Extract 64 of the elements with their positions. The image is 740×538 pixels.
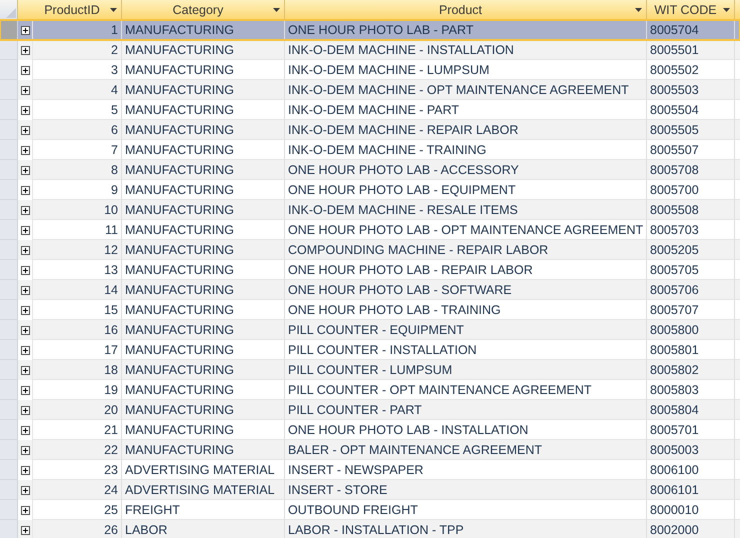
expand-button[interactable] [20,306,30,314]
expand-button[interactable] [20,166,30,174]
table-row[interactable]: 14 MANUFACTURING ONE HOUR PHOTO LAB - SOFTWARE 8005706 [0,280,740,300]
expand-button[interactable] [20,426,30,434]
dropdown-arrow-icon[interactable] [110,8,117,12]
table-row[interactable]: 22 MANUFACTURING BALER - OPT MAINTENANCE AGREEMENT 8005003 [0,440,740,460]
table-row[interactable]: 9 MANUFACTURING ONE HOUR PHOTO LAB - EQUIPMENT 8005700 [0,180,740,200]
table-cell: 8002000 [647,520,735,538]
table-cell: 1 [33,20,122,40]
expand-button[interactable] [20,366,30,374]
expand-button[interactable] [20,206,30,214]
table-row[interactable]: 21 MANUFACTURING ONE HOUR PHOTO LAB - INSTALLATION 8005701 [0,420,740,440]
expand-button[interactable] [20,246,30,254]
table-cell: 26 [33,520,122,538]
expand-button[interactable] [20,126,30,134]
expand-button[interactable] [20,266,30,274]
table-row[interactable]: 4 MANUFACTURING INK-O-DEM MACHINE - OPT MAINTENANCE AGREEMENT 8005503 [0,80,740,100]
expand-button[interactable] [20,106,30,114]
expand-button[interactable] [20,526,30,534]
expand-button[interactable] [20,486,30,494]
table-cell: LABOR [122,520,285,538]
table-cell: MANUFACTURING [122,20,285,40]
table-row[interactable]: 11 MANUFACTURING ONE HOUR PHOTO LAB - OPT MAINTENANCE AGREEMENT 8005703 [0,220,740,240]
dropdown-arrow-icon[interactable] [635,8,642,12]
expand-button[interactable] [20,446,30,454]
expand-button[interactable] [20,406,30,414]
dropdown-arrow-icon[interactable] [273,8,280,12]
table-row[interactable]: 2 MANUFACTURING INK-O-DEM MACHINE - INSTALLATION 8005501 [0,40,740,60]
expand-button[interactable] [20,286,30,294]
expand-button[interactable] [20,386,30,394]
expand-button[interactable] [20,86,30,94]
expand-button[interactable] [20,146,30,154]
table-row[interactable]: 8 MANUFACTURING ONE HOUR PHOTO LAB - ACCESSORY 8005708 [0,160,740,180]
table-row[interactable]: 19 MANUFACTURING PILL COUNTER - OPT MAINTENANCE AGREEMENT 8005803 [0,380,740,400]
table-cell: ONE HOUR PHOTO LAB - PART [285,20,647,40]
table-row[interactable]: 18 MANUFACTURING PILL COUNTER - LUMPSUM 8005802 [0,360,740,380]
dropdown-arrow-icon[interactable] [723,8,730,12]
expand-button[interactable] [20,186,30,194]
expand-button[interactable] [20,506,30,514]
table-row[interactable]: 20 MANUFACTURING PILL COUNTER - PART 8005804 [0,400,740,420]
table-row[interactable]: 17 MANUFACTURING PILL COUNTER - INSTALLATION 8005801 [0,340,740,360]
table-row[interactable]: 12 MANUFACTURING COMPOUNDING MACHINE - REPAIR LABOR 8005205 [0,240,740,260]
expand-button[interactable] [20,66,30,74]
expand-button[interactable] [20,26,30,34]
table-row[interactable]: 5 MANUFACTURING INK-O-DEM MACHINE - PART 8005504 [0,100,740,120]
table-row[interactable]: 25 FREIGHT OUTBOUND FREIGHT 8000010 [0,500,740,520]
table-row[interactable]: 13 MANUFACTURING ONE HOUR PHOTO LAB - REPAIR LABOR 8005705 [0,260,740,280]
table-row[interactable]: 15 MANUFACTURING ONE HOUR PHOTO LAB - TRAINING 8005707 [0,300,740,320]
table-row[interactable]: 23 ADVERTISING MATERIAL INSERT - NEWSPAPER 8006100 [0,460,740,480]
table-row[interactable]: 7 MANUFACTURING INK-O-DEM MACHINE - TRAINING 8005507 [0,140,740,160]
expand-button[interactable] [20,326,30,334]
table-row[interactable]: 16 MANUFACTURING PILL COUNTER - EQUIPMENT 8005800 [0,320,740,340]
table-row[interactable]: 6 MANUFACTURING INK-O-DEM MACHINE - REPAIR LABOR 8005505 [0,120,740,140]
expand-button[interactable] [20,226,30,234]
table-cell: 8005704 [647,20,735,40]
expand-button[interactable] [20,46,30,54]
table-row[interactable]: 1 MANUFACTURING ONE HOUR PHOTO LAB - PART 8005704 [0,20,740,40]
table-row[interactable]: 26 LABOR LABOR - INSTALLATION - TPP 8002000 [0,520,740,538]
table-row[interactable]: 24 ADVERTISING MATERIAL INSERT - STORE 8006101 [0,480,740,500]
table-row[interactable]: 10 MANUFACTURING INK-O-DEM MACHINE - RESALE ITEMS 8005508 [0,200,740,220]
table-row[interactable]: 3 MANUFACTURING INK-O-DEM MACHINE - LUMPSUM 8005502 [0,60,740,80]
table-cell: LABOR - INSTALLATION - TPP [285,520,647,538]
expand-button[interactable] [20,346,30,354]
expand-button[interactable] [20,466,30,474]
